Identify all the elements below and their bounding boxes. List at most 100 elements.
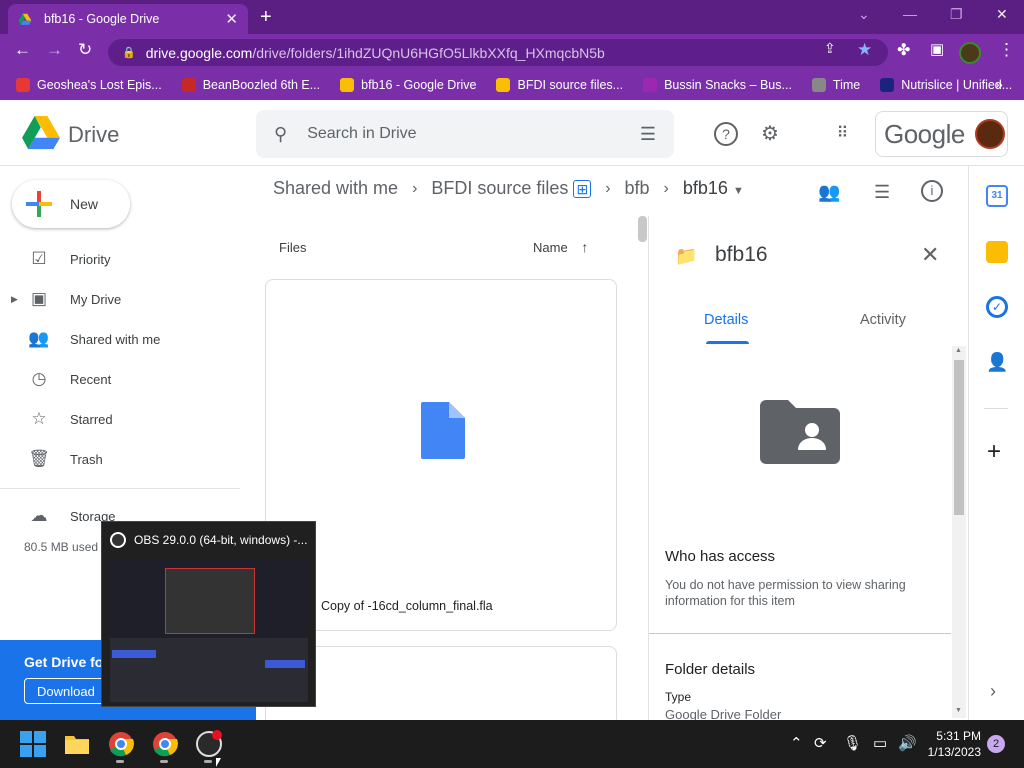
shared-drive-badge-icon: ⊞ <box>573 180 592 198</box>
new-button-label: New <box>70 196 99 212</box>
breadcrumb: Shared with me › BFDI source files ⊞ › b… <box>273 178 744 199</box>
notification-badge[interactable]: 2 <box>987 735 1005 753</box>
drive-favicon-icon <box>496 78 511 92</box>
chrome-icon[interactable] <box>108 731 134 757</box>
who-has-access-title: Who has access <box>665 548 776 565</box>
search-bar[interactable]: ⚲ Search in Drive ☰ <box>256 110 674 158</box>
info-icon[interactable]: i <box>921 180 943 202</box>
more-bookmarks-icon[interactable]: » <box>995 76 1003 92</box>
volume-icon[interactable]: 🔊 <box>898 734 917 752</box>
sidebar-item-my-drive[interactable]: ▣ My Drive <box>0 281 240 317</box>
bookmark-item[interactable]: BeanBoozled 6th E... <box>181 78 320 92</box>
sidebar-item-shared[interactable]: 👥 Shared with me <box>0 321 240 357</box>
drive-logo-icon[interactable] <box>22 116 60 150</box>
forward-icon[interactable]: → <box>46 40 63 60</box>
sidebar-item-priority[interactable]: ☑ Priority <box>0 241 240 277</box>
people-icon: 👥 <box>28 329 50 348</box>
details-scrollbar[interactable] <box>952 346 966 718</box>
extensions-icon[interactable]: ✤ <box>897 40 910 60</box>
network-icon[interactable]: ▭ <box>873 734 887 752</box>
active-tab-indicator <box>706 341 749 344</box>
breadcrumb-item[interactable]: Shared with me <box>273 178 398 199</box>
file-card[interactable] <box>265 646 617 726</box>
restore-icon[interactable]: ❐ <box>950 6 963 23</box>
bookmark-item[interactable]: BFDI source files... <box>496 78 623 92</box>
tab-details[interactable]: Details <box>704 312 748 328</box>
account-avatar[interactable] <box>974 119 1005 149</box>
search-options-icon[interactable]: ☰ <box>640 124 656 145</box>
system-clock[interactable]: 5:31 PM 1/13/2023 <box>925 728 981 760</box>
file-explorer-icon[interactable] <box>64 731 90 757</box>
tray-overflow-icon[interactable]: ⌃ <box>790 734 803 752</box>
download-button[interactable]: Download <box>24 678 110 704</box>
settings-gear-icon[interactable]: ⚙ <box>758 122 782 146</box>
new-tab-button[interactable]: + <box>260 6 272 29</box>
breadcrumb-item[interactable]: BFDI source files ⊞ <box>431 178 592 199</box>
bookmark-item[interactable]: Bussin Snacks – Bus... <box>643 78 792 92</box>
tab-search-icon[interactable]: ⌄ <box>858 6 870 23</box>
microphone-icon[interactable]: 🎙 <box>843 734 862 752</box>
sync-icon[interactable]: ⟳ <box>814 734 827 752</box>
search-icon[interactable]: ⚲ <box>274 124 287 145</box>
bookmark-favicon-icon <box>880 78 895 92</box>
obs-window-preview[interactable] <box>110 560 308 702</box>
bookmark-item[interactable]: Geoshea's Lost Epis... <box>16 78 162 92</box>
bookmark-favicon-icon <box>811 78 826 92</box>
sidebar-item-recent[interactable]: ◷ Recent <box>0 361 240 397</box>
mouse-cursor-icon <box>216 758 221 767</box>
arrow-up-icon: ↑ <box>581 239 589 255</box>
side-panel-icon[interactable]: ▣ <box>930 40 944 58</box>
sidebar-item-starred[interactable]: ☆ Starred <box>0 401 240 437</box>
back-icon[interactable]: ← <box>14 40 31 60</box>
tab-activity[interactable]: Activity <box>860 312 906 328</box>
calendar-icon[interactable]: 31 <box>986 185 1008 207</box>
bookmark-item[interactable]: Nutrislice | Unified... <box>880 78 1012 92</box>
close-icon[interactable]: ✕ <box>921 242 939 268</box>
window-close-icon[interactable]: ✕ <box>996 6 1008 23</box>
recording-indicator-icon <box>212 730 222 740</box>
scroll-up-icon[interactable]: ▲ <box>955 347 962 354</box>
breadcrumb-current[interactable]: bfb16 ▼ <box>683 178 744 199</box>
rail-divider <box>984 408 1008 409</box>
bookmark-star-icon[interactable]: ★ <box>857 40 872 60</box>
breadcrumb-item[interactable]: bfb <box>625 178 650 199</box>
sidebar-item-trash[interactable]: 🗑 Trash <box>0 441 240 477</box>
bookmark-item[interactable]: bfb16 - Google Drive <box>340 78 476 92</box>
trash-icon: 🗑 <box>28 449 50 468</box>
obs-icon <box>110 532 126 548</box>
address-bar[interactable]: 🔒 drive.google.com/drive/folders/1ihdZUQ… <box>108 39 888 66</box>
running-indicator <box>204 760 212 763</box>
chevron-right-icon: › <box>412 179 418 197</box>
scroll-down-icon[interactable]: ▼ <box>955 707 962 714</box>
tab-close-icon[interactable]: ✕ <box>225 10 238 28</box>
taskbar-preview-popup[interactable]: OBS 29.0.0 (64-bit, windows) -... <box>101 521 316 707</box>
search-input[interactable]: Search in Drive <box>307 125 416 143</box>
list-view-icon[interactable]: ☰ <box>874 182 890 203</box>
menu-icon[interactable]: ⋮ <box>998 40 1015 60</box>
account-switcher[interactable]: Google <box>875 111 1008 157</box>
browser-tab[interactable]: bfb16 - Google Drive ✕ <box>8 4 248 34</box>
type-label: Type <box>665 690 692 704</box>
contacts-icon[interactable]: 👤 <box>986 352 1008 374</box>
add-addon-icon[interactable]: + <box>987 438 1001 466</box>
chevron-right-icon: › <box>663 179 669 197</box>
main-scrollbar[interactable] <box>638 216 647 242</box>
apps-grid-icon[interactable]: ⠿ <box>830 122 854 146</box>
sort-name-button[interactable]: Name ↑ <box>533 239 588 255</box>
windows-start-icon[interactable] <box>20 731 46 757</box>
details-divider <box>649 633 951 634</box>
keep-icon[interactable] <box>986 241 1008 263</box>
reload-icon[interactable]: ↻ <box>78 40 92 60</box>
help-icon[interactable]: ? <box>714 122 738 146</box>
tasks-icon[interactable]: ✓ <box>986 296 1008 318</box>
profile-avatar[interactable] <box>959 42 981 64</box>
file-document-icon <box>421 402 465 459</box>
expand-panel-icon[interactable]: › <box>990 681 996 702</box>
new-button[interactable]: New <box>12 180 130 228</box>
share-icon[interactable]: ⇪ <box>824 40 836 57</box>
minimize-icon[interactable]: — <box>903 6 917 22</box>
bookmark-item[interactable]: Time <box>811 78 860 92</box>
plus-icon <box>26 191 52 217</box>
chrome-profile-icon[interactable] <box>152 731 178 757</box>
share-people-icon[interactable]: 👥 <box>818 182 840 203</box>
